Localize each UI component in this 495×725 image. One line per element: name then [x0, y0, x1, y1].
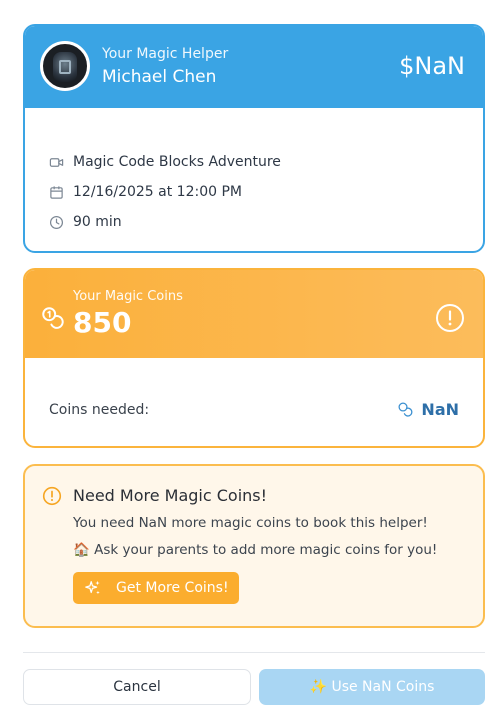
coins-icon — [42, 307, 64, 329]
coins-card: Your Magic Coins 850 Coins needed: NaN — [23, 268, 485, 448]
session-title-row: Magic Code Blocks Adventure — [49, 147, 483, 177]
alert-circle-icon — [42, 486, 62, 506]
cancel-button[interactable]: Cancel — [23, 669, 251, 705]
use-coins-button[interactable]: ✨ Use NaN Coins — [259, 669, 485, 705]
need-more-message: You need NaN more magic coins to book th… — [73, 515, 428, 531]
avatar — [40, 41, 90, 91]
coins-icon — [398, 402, 413, 417]
session-title: Magic Code Blocks Adventure — [73, 154, 281, 170]
alert-circle-icon — [436, 304, 464, 332]
session-details: Magic Code Blocks Adventure 12/16/2025 a… — [25, 108, 483, 237]
calendar-icon — [50, 185, 63, 199]
coins-needed-value-wrap: NaN — [397, 400, 459, 419]
coins-balance: 850 — [73, 306, 132, 339]
video-icon — [49, 157, 64, 167]
get-more-coins-button[interactable]: Get More Coins! — [73, 572, 239, 604]
helper-header: Your Magic Helper Michael Chen $NaN — [25, 26, 483, 108]
coins-header: Your Magic Coins 850 — [25, 270, 483, 358]
helper-card: Your Magic Helper Michael Chen $NaN Magi… — [23, 24, 485, 253]
need-more-title: Need More Magic Coins! — [73, 486, 268, 505]
session-duration: 90 min — [73, 214, 122, 230]
coins-needed-value: NaN — [421, 400, 459, 419]
session-duration-row: 90 min — [49, 207, 483, 237]
session-datetime: 12/16/2025 at 12:00 PM — [73, 184, 242, 200]
helper-name: Michael Chen — [102, 67, 217, 87]
session-date-row: 12/16/2025 at 12:00 PM — [49, 177, 483, 207]
clock-icon — [49, 215, 64, 229]
need-more-hint: 🏠 Ask your parents to add more magic coi… — [73, 542, 438, 558]
footer-divider — [23, 652, 485, 653]
helper-price: $NaN — [399, 52, 465, 80]
helper-subtitle: Your Magic Helper — [102, 46, 229, 62]
coins-needed-label: Coins needed: — [49, 401, 150, 418]
coins-label: Your Magic Coins — [73, 289, 183, 304]
need-more-coins-alert: Need More Magic Coins! You need NaN more… — [23, 464, 485, 628]
get-more-coins-label: Get More Coins! — [116, 580, 229, 596]
coins-needed-row: Coins needed: NaN — [49, 400, 459, 419]
sparkles-icon — [85, 580, 100, 595]
